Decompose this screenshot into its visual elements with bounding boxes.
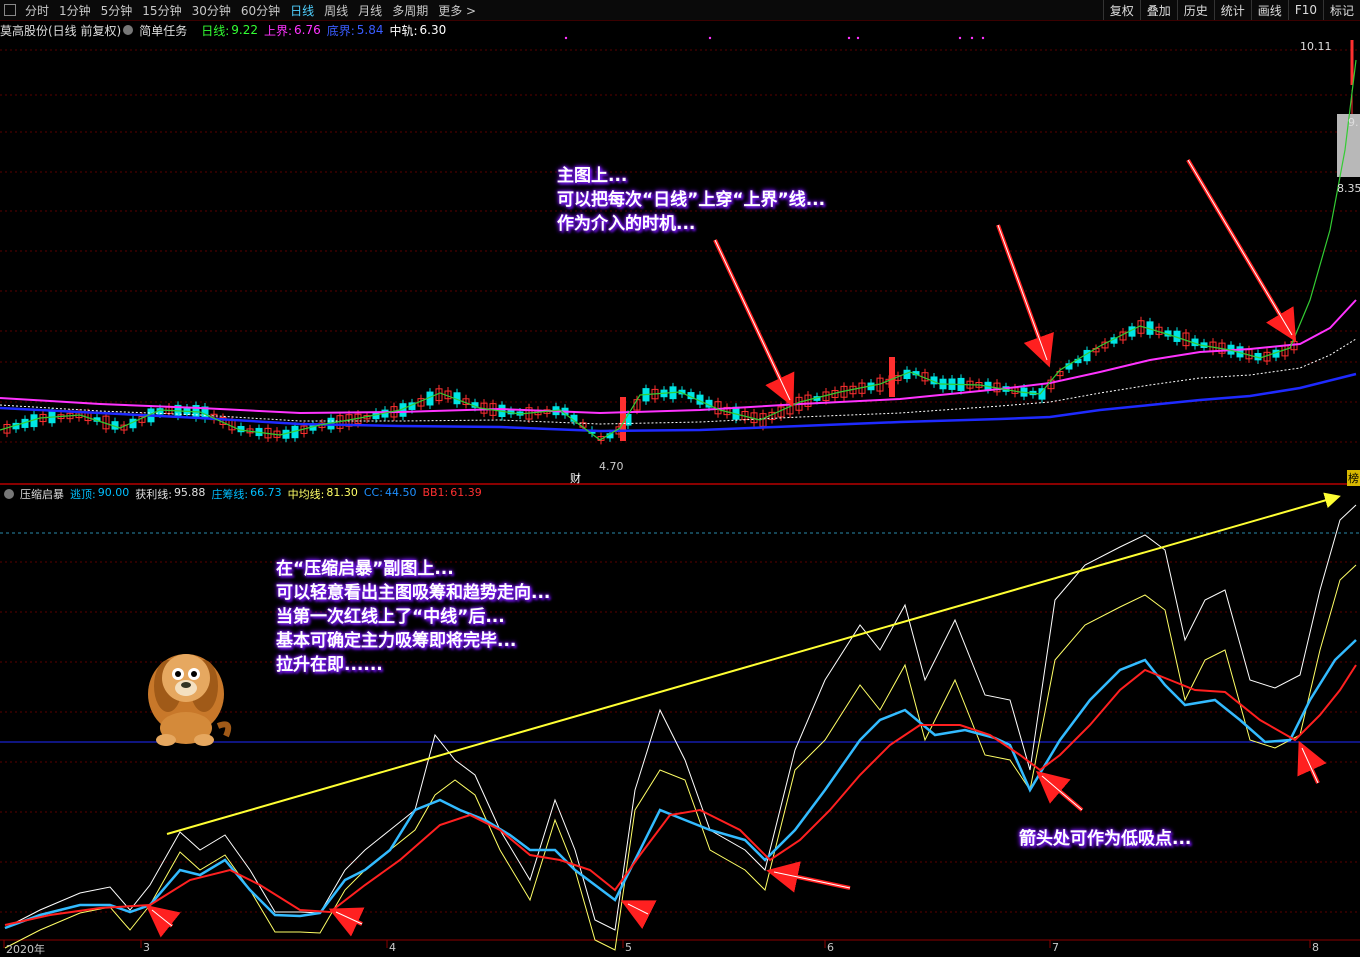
upper-band-line xyxy=(0,299,1357,415)
price-mid-label: 9. xyxy=(1348,116,1359,129)
signal-dot xyxy=(564,36,568,40)
note-line: 基本可确定主力吸筹即将完毕... xyxy=(276,631,517,651)
sub-line-yellow xyxy=(4,564,1357,951)
rank-marker[interactable]: 榜 xyxy=(1347,470,1360,486)
red-arrow-outline xyxy=(997,224,1048,361)
red-arrow-outline xyxy=(335,911,363,925)
arrow-note: 箭头处可作为低吸点... xyxy=(1019,829,1192,849)
price-min-label: 4.70 xyxy=(599,460,624,473)
note-line: 当第一次红线上了“中线”后... xyxy=(276,607,505,627)
date-tick-label: 7 xyxy=(1052,941,1059,954)
note-line: 可以把每次“日线”上穿“上界”线... xyxy=(557,190,826,210)
lower-band-line xyxy=(0,372,1357,433)
date-tick-label: 5 xyxy=(625,941,632,954)
price-ref-label: 8.35 xyxy=(1337,182,1360,195)
note-line: 在“压缩启暴”副图上... xyxy=(276,559,454,579)
note-line: 作为介入的时机... xyxy=(557,214,696,234)
signal-dot xyxy=(708,36,712,40)
signal-dot xyxy=(981,36,985,40)
date-tick-label: 6 xyxy=(827,941,834,954)
red-arrow-outline xyxy=(1041,775,1083,811)
date-tick-label: 4 xyxy=(389,941,396,954)
note-line: 可以轻意看出主图吸筹和趋势走向... xyxy=(276,583,551,603)
signal-dot xyxy=(847,36,851,40)
date-tick-label: 2020年 xyxy=(6,943,45,956)
price-high-label: 10.11 xyxy=(1300,40,1332,53)
red-arrow-outline xyxy=(1187,159,1293,336)
date-tick-label: 3 xyxy=(143,941,150,954)
main-chart-note: 主图上... 可以把每次“日线”上穿“上界”线... 作为介入的时机... xyxy=(557,164,825,236)
signal-dot xyxy=(970,36,974,40)
date-tick-label: 8 xyxy=(1312,941,1319,954)
candle-body xyxy=(889,357,895,397)
red-arrow-outline xyxy=(1301,747,1319,784)
candlestick-series xyxy=(3,40,1360,445)
red-arrow-outline xyxy=(773,871,851,889)
red-arrow-outline xyxy=(714,239,791,401)
signal-dot xyxy=(958,36,962,40)
note-line: 主图上... xyxy=(557,166,628,186)
finance-marker[interactable]: 财 xyxy=(570,470,581,486)
signal-dot xyxy=(856,36,860,40)
sub-chart-note: 在“压缩启暴”副图上... 可以轻意看出主图吸筹和趋势走向... 当第一次红线上… xyxy=(276,557,550,677)
chart-canvas xyxy=(0,36,1360,951)
mascot-illustration xyxy=(148,654,232,746)
daily-line xyxy=(0,59,1357,441)
note-line: 拉升在即...... xyxy=(276,655,383,675)
